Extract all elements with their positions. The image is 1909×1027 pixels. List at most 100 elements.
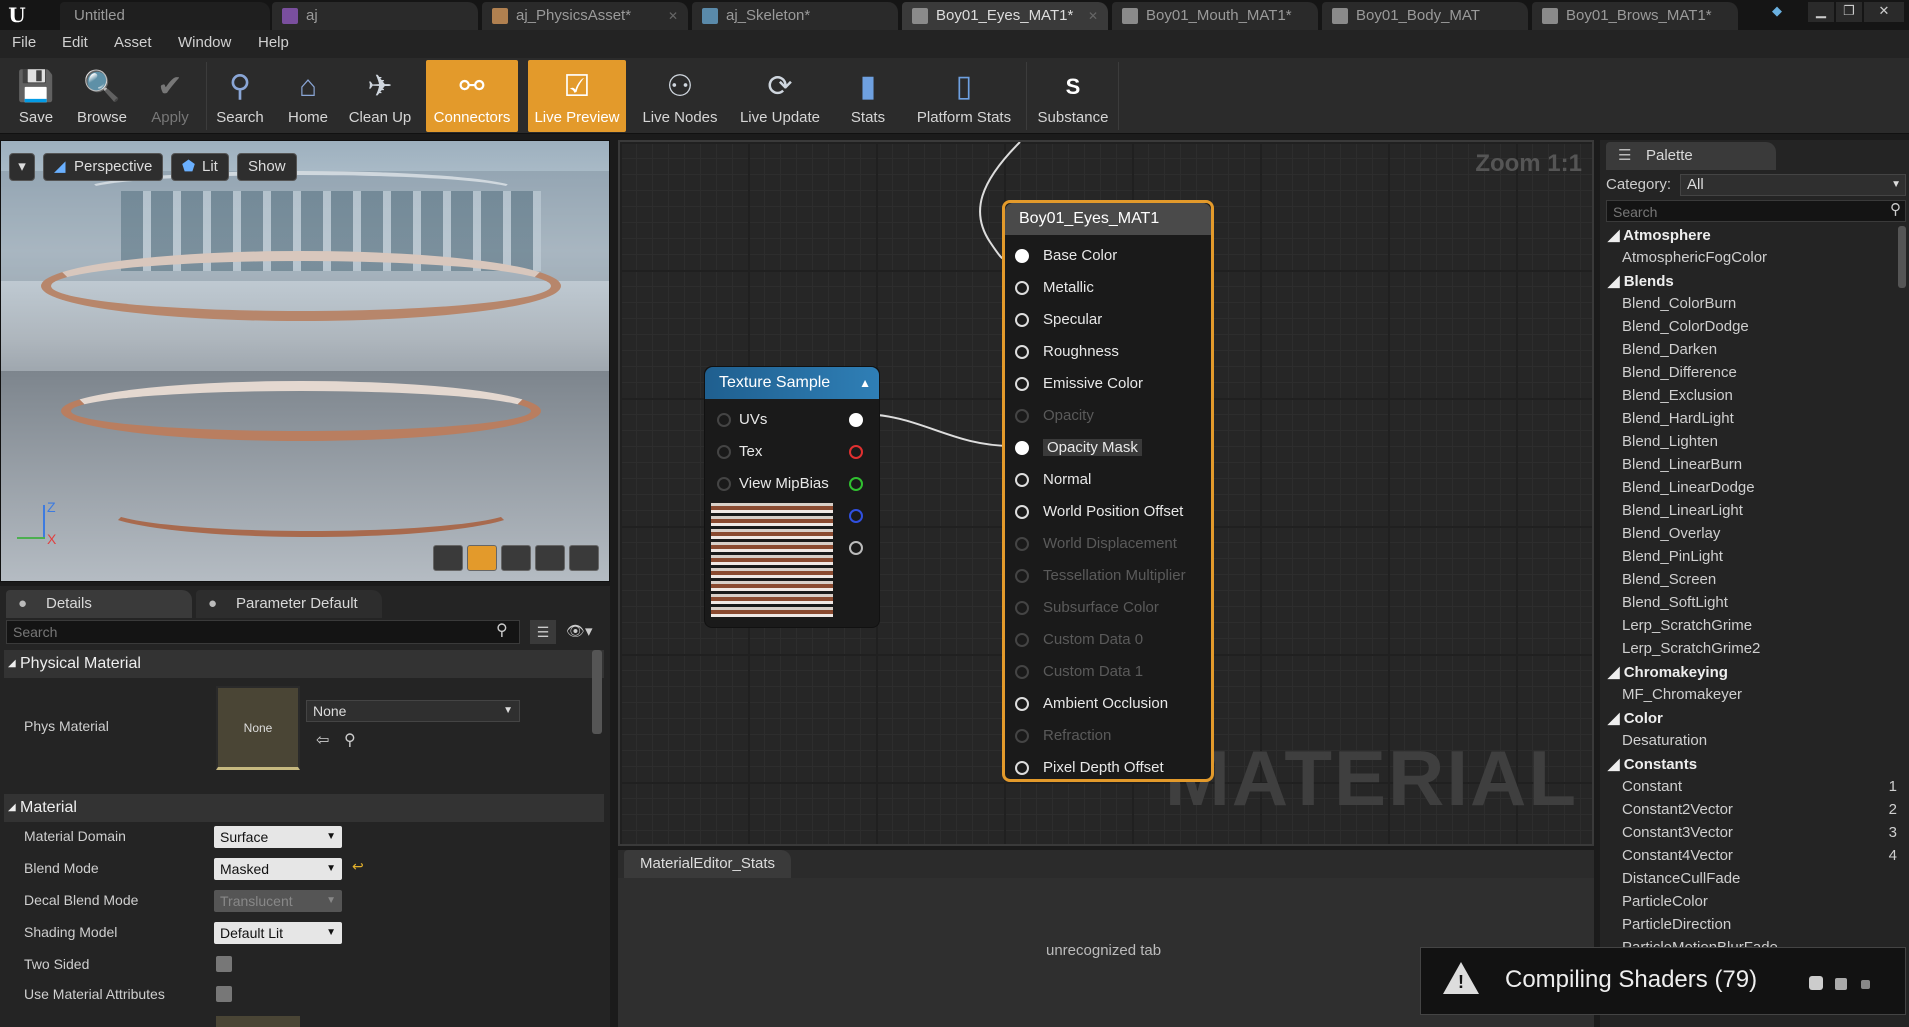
details-scrollbar[interactable]	[592, 650, 602, 734]
menu-help[interactable]: Help	[258, 34, 289, 51]
pin-view-mipbias[interactable]: View MipBias	[717, 475, 829, 492]
tab-details[interactable]: ● Details	[6, 590, 192, 618]
close-icon[interactable]: ✕	[668, 2, 678, 30]
clean-up-button[interactable]: ✈ Clean Up	[344, 60, 416, 132]
blend-mode-dropdown[interactable]: Masked ▼	[214, 858, 342, 880]
palette-item[interactable]: Blend_Overlay	[1622, 525, 1720, 542]
collapse-arrow-icon[interactable]: ▲	[859, 367, 871, 399]
save-button[interactable]: 💾 Save	[6, 60, 66, 132]
live-update-button[interactable]: ⟳ Live Update	[730, 60, 830, 132]
palette-item[interactable]: Blend_SoftLight	[1622, 594, 1728, 611]
reset-to-default-icon[interactable]: ↩	[352, 858, 364, 875]
palette-item[interactable]: Blend_LinearDodge	[1622, 479, 1755, 496]
cube-preview-button[interactable]	[535, 545, 565, 571]
view-options-button[interactable]: ☰	[530, 620, 556, 644]
live-nodes-button[interactable]: ⚇ Live Nodes	[636, 60, 724, 132]
pin-specular[interactable]: Specular	[1015, 311, 1102, 328]
menu-edit[interactable]: Edit	[62, 34, 88, 51]
lit-button[interactable]: ⬟ Lit	[171, 153, 229, 181]
apply-button[interactable]: ✔ Apply	[140, 60, 200, 132]
palette-item[interactable]: Lerp_ScratchGrime2	[1622, 640, 1760, 657]
palette-item[interactable]: Desaturation	[1622, 732, 1707, 749]
palette-item[interactable]: Blend_HardLight	[1622, 410, 1734, 427]
tab-palette[interactable]: ☰ Palette	[1606, 142, 1776, 170]
palette-item[interactable]: Constant3Vector	[1622, 824, 1733, 841]
palette-item[interactable]: DistanceCullFade	[1622, 870, 1740, 887]
palette-item[interactable]: Constant4Vector	[1622, 847, 1733, 864]
stats-button[interactable]: ▮ Stats	[838, 60, 898, 132]
tab-body-mat[interactable]: Boy01_Body_MAT	[1322, 2, 1528, 30]
live-preview-button[interactable]: ☑ Live Preview	[528, 60, 626, 132]
tab-brows-mat[interactable]: Boy01_Brows_MAT1*	[1532, 2, 1738, 30]
cylinder-preview-button[interactable]	[433, 545, 463, 571]
eye-icon[interactable]: 👁▾	[566, 622, 593, 640]
palette-item[interactable]: Blend_Screen	[1622, 571, 1716, 588]
palette-scrollbar[interactable]	[1898, 226, 1906, 288]
tab-materialeditor-stats[interactable]: MaterialEditor_Stats	[624, 850, 792, 878]
browse-asset-icon[interactable]: ⚲	[344, 730, 356, 750]
show-button[interactable]: Show	[237, 153, 297, 181]
pin-roughness[interactable]: Roughness	[1015, 343, 1119, 360]
material-domain-dropdown[interactable]: Surface ▼	[214, 826, 342, 848]
plane-preview-button[interactable]	[501, 545, 531, 571]
menu-asset[interactable]: Asset	[114, 34, 152, 51]
category-dropdown[interactable]: All ▼	[1680, 174, 1906, 196]
pin-metallic[interactable]: Metallic	[1015, 279, 1094, 296]
palette-item[interactable]: Blend_Lighten	[1622, 433, 1718, 450]
palette-item[interactable]: Blend_LinearBurn	[1622, 456, 1742, 473]
pin-world-position-offset[interactable]: World Position Offset	[1015, 503, 1183, 520]
close-window-button[interactable]: ✕	[1864, 2, 1904, 22]
platform-stats-button[interactable]: ▯ Platform Stats	[906, 60, 1022, 132]
phys-material-dropdown[interactable]: None ▼	[306, 700, 520, 722]
output-b-pin[interactable]	[849, 509, 863, 523]
shading-model-dropdown[interactable]: Default Lit ▼	[214, 922, 342, 944]
browse-button[interactable]: 🔍 Browse	[70, 60, 134, 132]
palette-item[interactable]: ParticleDirection	[1622, 916, 1731, 933]
output-g-pin[interactable]	[849, 477, 863, 491]
close-icon[interactable]: ✕	[1088, 2, 1098, 30]
minimize-button[interactable]: ▁	[1808, 2, 1834, 22]
details-search-input[interactable]: Search	[6, 620, 520, 644]
output-rgb-pin[interactable]	[849, 413, 863, 427]
palette-search-input[interactable]: Search	[1606, 200, 1906, 222]
palette-item[interactable]: AtmosphericFogColor	[1622, 249, 1767, 266]
material-graph[interactable]: Zoom 1:1 MATERIAL Boy01_Eyes_MAT1 Base C…	[618, 140, 1594, 846]
pin-opacity-mask[interactable]: Opacity Mask	[1015, 439, 1142, 456]
phys-material-thumbnail[interactable]: None	[216, 686, 300, 770]
palette-item[interactable]: Blend_ColorDodge	[1622, 318, 1749, 335]
palette-item[interactable]: Blend_Exclusion	[1622, 387, 1733, 404]
pin-pixel-depth-offset[interactable]: Pixel Depth Offset	[1015, 759, 1164, 776]
pin-emissive-color[interactable]: Emissive Color	[1015, 375, 1143, 392]
tab-eyes-mat[interactable]: Boy01_Eyes_MAT1* ✕	[902, 2, 1108, 30]
menu-file[interactable]: File	[12, 34, 36, 51]
pin-ambient-occlusion[interactable]: Ambient Occlusion	[1015, 695, 1168, 712]
tab-parameter-default[interactable]: ● Parameter Default	[196, 590, 382, 618]
palette-item[interactable]: Lerp_ScratchGrime	[1622, 617, 1752, 634]
palette-item[interactable]: Blend_ColorBurn	[1622, 295, 1736, 312]
tab-aj[interactable]: aj	[272, 2, 478, 30]
use-selected-icon[interactable]: ⇦	[316, 730, 329, 750]
output-r-pin[interactable]	[849, 445, 863, 459]
pin-normal[interactable]: Normal	[1015, 471, 1091, 488]
category-color[interactable]: ◢ Color	[1608, 709, 1663, 727]
texture-sample-node[interactable]: Texture Sample ▲ UVs Tex View MipBias	[704, 366, 880, 628]
preview-viewport[interactable]: ▾ ◢ Perspective ⬟ Lit Show Z X	[0, 140, 610, 582]
palette-item[interactable]: Blend_LinearLight	[1622, 502, 1743, 519]
pin-tex[interactable]: Tex	[717, 443, 762, 460]
output-a-pin[interactable]	[849, 541, 863, 555]
palette-item[interactable]: Constant2Vector	[1622, 801, 1733, 818]
two-sided-checkbox[interactable]	[216, 956, 232, 972]
palette-item[interactable]: Blend_Darken	[1622, 341, 1717, 358]
category-chromakeying[interactable]: ◢ Chromakeying	[1608, 663, 1728, 681]
pin-base-color[interactable]: Base Color	[1015, 247, 1117, 264]
palette-item[interactable]: ParticleColor	[1622, 893, 1708, 910]
search-button[interactable]: ⚲ Search	[210, 60, 270, 132]
category-blends[interactable]: ◢ Blends	[1608, 272, 1674, 290]
palette-item[interactable]: Blend_Difference	[1622, 364, 1737, 381]
section-material[interactable]: ◢ Material	[4, 794, 604, 822]
sphere-preview-button[interactable]	[467, 545, 497, 571]
tab-untitled[interactable]: Untitled	[60, 2, 270, 30]
viewport-options-button[interactable]: ▾	[9, 153, 35, 181]
decal-blend-mode-dropdown[interactable]: Translucent ▼	[214, 890, 342, 912]
use-material-attributes-checkbox[interactable]	[216, 986, 232, 1002]
